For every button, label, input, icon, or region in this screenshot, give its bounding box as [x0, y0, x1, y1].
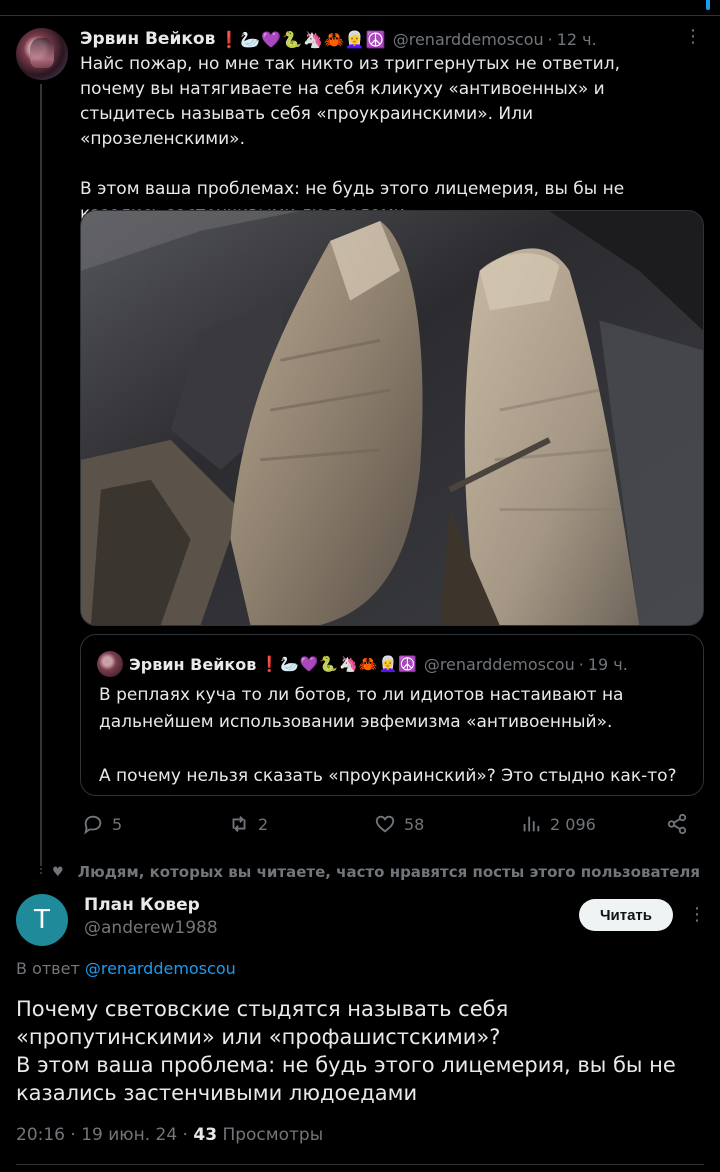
- author-name[interactable]: Эрвин Вейков: [80, 29, 215, 49]
- reply-to-handle-link[interactable]: @renarddemoscou: [85, 959, 236, 978]
- views-count: 2 096: [550, 814, 596, 834]
- reply-author-name[interactable]: План Ковер: [84, 895, 200, 915]
- author-handle[interactable]: @renarddemoscou: [393, 30, 544, 49]
- reply-author-handle[interactable]: @anderew1988: [84, 918, 218, 938]
- like-count: 58: [404, 814, 425, 834]
- separator-dot: ·: [578, 654, 584, 674]
- reply-paragraph: Почему световские стыдятся называть себя…: [16, 997, 509, 1049]
- reply-paragraph: В этом ваша проблема: не будь этого лице…: [16, 1053, 676, 1105]
- quoted-author-handle: @renarddemoscou: [423, 654, 575, 674]
- quoted-author-emojis: ❗🦢💜🐍🦄🦀👩‍🦳☮️: [260, 655, 418, 673]
- tweet-photo[interactable]: [80, 210, 704, 626]
- follow-button[interactable]: Читать: [579, 899, 673, 931]
- avatar-letter: T: [34, 905, 50, 935]
- tweet-header: Эрвин Вейков ❗🦢💜🐍🦄🦀👩‍🦳☮️ @renarddemoscou…: [80, 27, 680, 51]
- heart-icon: [375, 815, 395, 833]
- thread-dots: [40, 852, 42, 874]
- photo-image: [81, 211, 703, 625]
- author-emojis: ❗🦢💜🐍🦄🦀👩‍🦳☮️: [219, 29, 387, 49]
- quoted-tweet-text: В реплаях куча то ли ботов, то ли идиото…: [99, 682, 689, 790]
- reply-avatar[interactable]: T: [16, 894, 68, 946]
- avatar[interactable]: [16, 28, 68, 80]
- views-button[interactable]: 2 096: [520, 808, 596, 840]
- like-button[interactable]: 58: [374, 808, 424, 840]
- reply-to-prefix: В ответ: [16, 959, 80, 978]
- timestamp[interactable]: 20:16 · 19 июн. 24 ·: [16, 1125, 188, 1145]
- quoted-paragraph: В реплаях куча то ли ботов, то ли идиото…: [99, 685, 624, 732]
- more-options-icon[interactable]: ⋮: [684, 28, 702, 46]
- views-number: 43: [193, 1125, 218, 1145]
- more-options-icon[interactable]: ⋮: [688, 904, 706, 925]
- quoted-tweet[interactable]: Эрвин Вейков ❗🦢💜🐍🦄🦀👩‍🦳☮️ @renarddemoscou…: [80, 634, 704, 796]
- tweet-time[interactable]: 12 ч.: [557, 30, 597, 49]
- reply-to-line: В ответ @renarddemoscou: [16, 959, 236, 978]
- scroll-indicator: [706, 0, 710, 10]
- heart-icon: ♥: [52, 864, 64, 880]
- repost-icon: [232, 816, 246, 832]
- quoted-tweet-time: 19 ч.: [587, 654, 628, 674]
- social-context-text: Людям, которых вы читаете, часто нравятс…: [77, 863, 701, 881]
- quoted-author-name: Эрвин Вейков: [129, 654, 257, 674]
- reply-button[interactable]: 5: [82, 808, 122, 840]
- top-divider: [0, 0, 720, 16]
- views-label: Просмотры: [222, 1125, 324, 1145]
- reply-icon: [84, 815, 102, 835]
- reply-count: 5: [112, 814, 123, 834]
- social-context: ♥ Людям, которых вы читаете, часто нравя…: [52, 862, 700, 882]
- quoted-avatar: [97, 651, 123, 677]
- share-button[interactable]: [666, 808, 696, 840]
- tweet-meta: 20:16 · 19 июн. 24 · 43 Просмотры: [16, 1125, 323, 1145]
- repost-button[interactable]: 2: [228, 808, 268, 840]
- views-icon: [523, 816, 540, 832]
- tweet-paragraph: Найс пожар, но мне так никто из триггерн…: [80, 54, 620, 149]
- reply-text: Почему световские стыдятся называть себя…: [16, 995, 706, 1107]
- separator-dot: ·: [547, 29, 553, 49]
- quoted-tweet-header: Эрвин Вейков ❗🦢💜🐍🦄🦀👩‍🦳☮️ @renarddemoscou…: [129, 651, 628, 677]
- share-icon: [667, 813, 687, 835]
- tweet-text: Найс пожар, но мне так никто из триггерн…: [80, 52, 690, 227]
- repost-count: 2: [258, 814, 269, 834]
- action-bar: 5 2 58 2 096: [80, 808, 704, 840]
- quoted-paragraph: А почему нельзя сказать «проукраинский»?…: [99, 766, 677, 786]
- bottom-divider: [16, 1164, 704, 1165]
- thread-line: [40, 84, 42, 864]
